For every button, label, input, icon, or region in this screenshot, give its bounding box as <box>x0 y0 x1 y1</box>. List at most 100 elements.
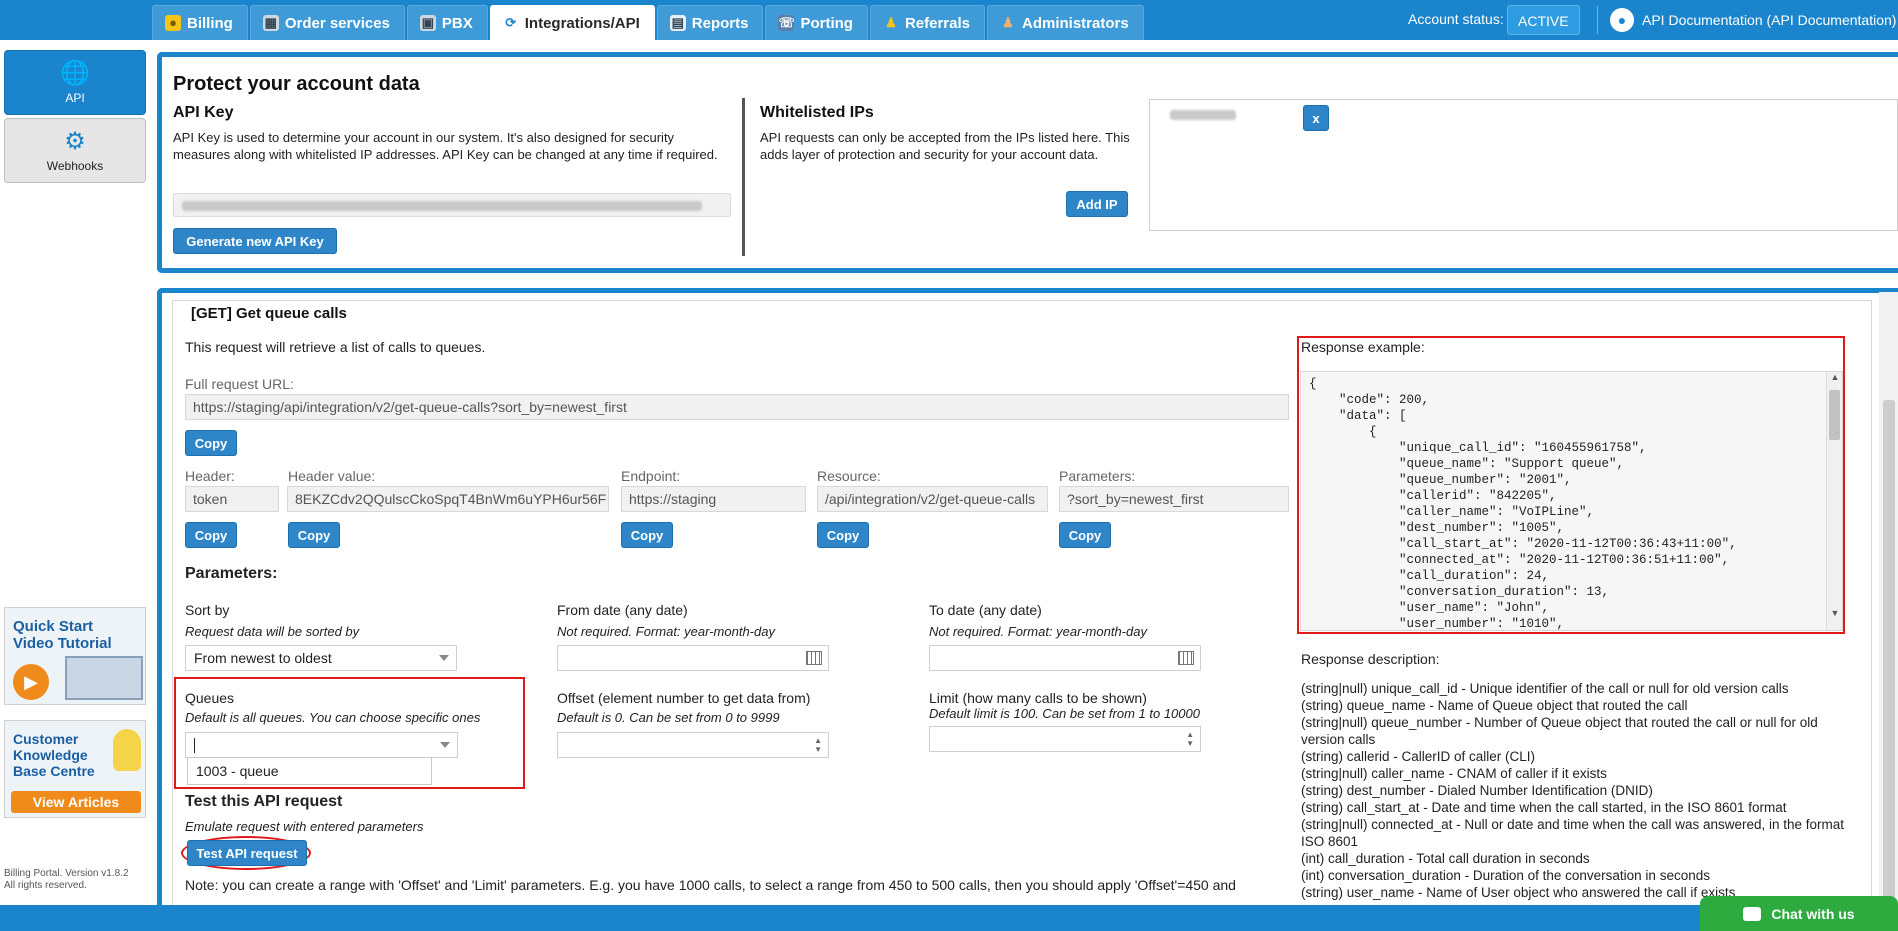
header-label: Header: <box>185 468 235 484</box>
tab-porting[interactable]: ☏ Porting <box>765 5 868 40</box>
bottom-bar <box>0 905 1898 931</box>
copy-header-value-button[interactable]: Copy <box>288 522 340 548</box>
whitelisted-ips-heading: Whitelisted IPs <box>760 104 874 121</box>
copy-resource-button[interactable]: Copy <box>817 522 869 548</box>
scroll-up-icon[interactable]: ▲ <box>1827 372 1842 382</box>
from-date-input[interactable] <box>557 645 829 671</box>
video-tutorial-title: Quick Start Video Tutorial <box>13 618 112 652</box>
pbx-icon: ▣ <box>419 15 436 31</box>
test-api-request-button[interactable]: Test API request <box>187 840 307 866</box>
whitelisted-ips-list: x <box>1149 99 1898 231</box>
version-text: Billing Portal. Version v1.8.2 <box>4 868 129 879</box>
range-note: Note: you can create a range with 'Offse… <box>185 877 1236 893</box>
chevron-down-icon <box>439 655 449 661</box>
sidebar-item-api[interactable]: 🌐 API <box>4 50 146 115</box>
description-item: (string|null) queue_number - Number of Q… <box>1301 715 1818 747</box>
queues-label: Queues <box>185 690 235 706</box>
reports-icon: ▤ <box>669 15 686 31</box>
video-tutorial-banner[interactable]: Quick Start Video Tutorial ▶ <box>4 607 146 705</box>
add-ip-button[interactable]: Add IP <box>1066 191 1128 217</box>
response-code-text: { "code": 200, "data": [ { "unique_call_… <box>1309 377 1737 631</box>
text-cursor <box>194 738 195 753</box>
response-description-list: (string|null) unique_call_id - Unique id… <box>1301 680 1861 901</box>
tab-administrators[interactable]: ♟ Administrators <box>987 5 1144 40</box>
user-menu[interactable]: ● API Documentation (API Documentation) … <box>1610 8 1898 32</box>
scrollbar-thumb[interactable] <box>1883 400 1895 900</box>
rights-text: All rights reserved. <box>4 880 87 891</box>
resource-field[interactable]: /api/integration/v2/get-queue-calls <box>817 486 1048 512</box>
sort-by-label: Sort by <box>185 602 230 618</box>
tab-reports[interactable]: ▤ Reports <box>656 5 764 40</box>
code-scrollbar[interactable]: ▲ ▼ <box>1826 372 1842 630</box>
parameters-field[interactable]: ?sort_by=newest_first <box>1059 486 1289 512</box>
sidebar-item-label: Webhooks <box>46 159 104 173</box>
integrations-icon: ⟳ <box>505 15 517 30</box>
description-item: (int) call_duration - Total call duratio… <box>1301 851 1590 866</box>
limit-input[interactable]: ▲ ▼ <box>929 726 1201 752</box>
globe-icon: 🌐 <box>60 60 90 87</box>
chat-label: Chat with us <box>1771 905 1855 922</box>
knowledge-base-banner[interactable]: Customer Knowledge Base Centre View Arti… <box>4 720 146 818</box>
copy-header-button[interactable]: Copy <box>185 522 237 548</box>
description-item: (string|null) connected_at - Null or dat… <box>1301 817 1845 849</box>
tab-label: Porting <box>800 14 853 32</box>
header-value-field[interactable]: 8EKZCdv2QQulscCkoSpqT4BnWm6uYPH6ur56F <box>287 486 609 512</box>
calendar-icon[interactable] <box>1178 651 1194 665</box>
copy-parameters-button[interactable]: Copy <box>1059 522 1111 548</box>
scroll-down-icon[interactable]: ▼ <box>1827 608 1842 618</box>
user-avatar-icon: ● <box>1610 8 1634 32</box>
description-item: (string) queue_name - Name of Queue obje… <box>1301 698 1688 713</box>
from-date-hint: Not required. Format: year-month-day <box>557 624 775 639</box>
sidebar-footer: Billing Portal. Version v1.8.2 All right… <box>4 868 129 892</box>
page-scrollbar[interactable] <box>1879 292 1898 904</box>
administrators-icon: ♟ <box>1002 15 1014 30</box>
tab-label: Referrals <box>904 14 970 32</box>
queues-select[interactable] <box>185 732 458 758</box>
main-tabs: ● Billing ▦ Order services ▣ PBX ⟳ Integrati… <box>152 5 1146 40</box>
api-key-description: API Key is used to determine your accoun… <box>173 130 718 162</box>
test-request-heading: Test this API request <box>185 793 343 810</box>
copy-endpoint-button[interactable]: Copy <box>621 522 673 548</box>
response-example-code[interactable]: { "code": 200, "data": [ { "unique_call_… <box>1300 371 1843 631</box>
tab-pbx[interactable]: ▣ PBX <box>406 5 488 40</box>
porting-icon: ☏ <box>778 15 795 31</box>
sort-by-select[interactable]: From newest to oldest <box>185 645 457 671</box>
account-status-label: Account status: <box>1408 11 1504 27</box>
response-description-label: Response description: <box>1301 651 1440 667</box>
tab-integrations-api[interactable]: ⟳ Integrations/API <box>489 5 655 40</box>
full-url-field[interactable]: https://staging/api/integration/v2/get-q… <box>185 394 1289 420</box>
offset-input[interactable]: ▲ ▼ <box>557 732 829 758</box>
tab-label: Reports <box>691 14 749 32</box>
whitelisted-ip-entry <box>1170 110 1236 120</box>
remove-ip-button[interactable]: x <box>1303 105 1329 131</box>
description-item: (string|null) caller_name - CNAM of call… <box>1301 766 1607 781</box>
generate-api-key-button[interactable]: Generate new API Key <box>173 228 337 254</box>
spinner-icon[interactable]: ▲ ▼ <box>1186 730 1194 748</box>
queues-option[interactable]: 1003 - queue <box>187 757 432 785</box>
tab-label: Billing <box>187 14 233 32</box>
to-date-input[interactable] <box>929 645 1201 671</box>
offset-label: Offset (element number to get data from) <box>557 690 811 706</box>
test-request-hint: Emulate request with entered parameters <box>185 819 424 834</box>
chat-widget-button[interactable]: Chat with us <box>1700 896 1898 931</box>
sidebar-item-webhooks[interactable]: ⚙ Webhooks <box>4 118 146 183</box>
header-field[interactable]: token <box>185 486 279 512</box>
gear-icon: ⚙ <box>64 128 86 155</box>
resource-label: Resource: <box>817 468 881 484</box>
scrollbar-thumb[interactable] <box>1829 390 1840 440</box>
spinner-icon[interactable]: ▲ ▼ <box>814 736 822 754</box>
tab-referrals[interactable]: ♟ Referrals <box>869 5 985 40</box>
whitelisted-ips-description: API requests can only be accepted from t… <box>760 130 1130 162</box>
endpoint-label: Endpoint: <box>621 468 681 484</box>
copy-url-button[interactable]: Copy <box>185 430 237 456</box>
endpoint-field[interactable]: https://staging <box>621 486 806 512</box>
tab-billing[interactable]: ● Billing <box>152 5 248 40</box>
calendar-icon[interactable] <box>806 651 822 665</box>
description-item: (string|null) unique_call_id - Unique id… <box>1301 681 1789 696</box>
view-articles-button[interactable]: View Articles <box>11 791 141 813</box>
laptop-illustration <box>65 656 143 700</box>
chevron-down-icon <box>440 742 450 748</box>
to-date-label: To date (any date) <box>929 602 1042 618</box>
tab-label: Integrations/API <box>524 14 640 32</box>
tab-order-services[interactable]: ▦ Order services <box>249 5 405 40</box>
